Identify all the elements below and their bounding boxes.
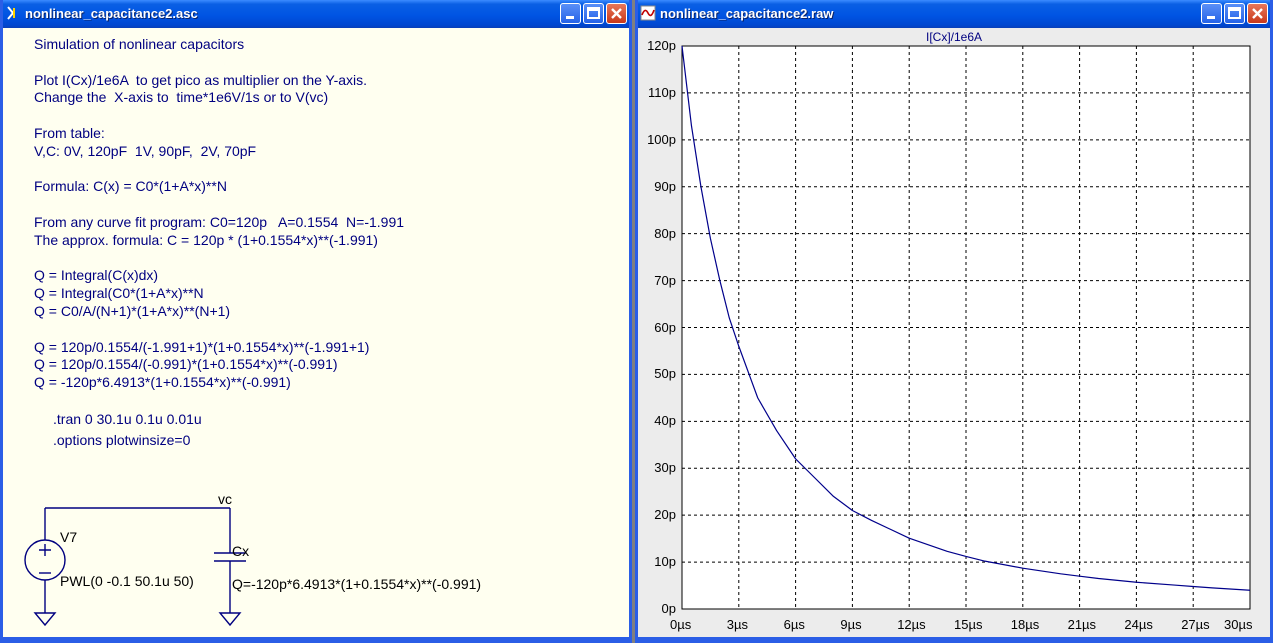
waveform-window-title: nonlinear_capacitance2.raw: [660, 6, 834, 21]
source-name-label[interactable]: V7: [60, 529, 77, 545]
waveform-titlebar[interactable]: nonlinear_capacitance2.raw: [638, 0, 1270, 28]
schematic-window: nonlinear_capacitance2.asc Simulation of…: [0, 0, 632, 643]
circuit-drawing: [24, 507, 246, 627]
waveform-pane[interactable]: I[Cx]/1e6A 0p 10p 20p 30p 40p 50p 60p 70p 80p 90p…: [638, 28, 1270, 637]
capacitor-value-label[interactable]: Q=-120p*6.4913*(1+0.1554*x)**(-0.991): [232, 576, 481, 592]
minimize-icon: [1207, 16, 1215, 19]
close-icon: [1252, 8, 1263, 19]
close-icon: [611, 8, 622, 19]
source-plus-sign: [39, 544, 51, 556]
schematic-window-title: nonlinear_capacitance2.asc: [25, 6, 198, 21]
close-button[interactable]: [606, 3, 627, 24]
ground-symbol-1: [33, 612, 57, 627]
maximize-icon: [587, 7, 600, 19]
minimize-button[interactable]: [560, 3, 581, 24]
waveform-viewer-icon: [640, 5, 656, 21]
ltspice-schematic-icon: [7, 6, 15, 20]
source-value-label[interactable]: PWL(0 -0.1 50.1u 50): [60, 573, 194, 589]
schematic-titlebar[interactable]: nonlinear_capacitance2.asc: [3, 0, 629, 28]
schematic-canvas[interactable]: Simulation of nonlinear capacitors Plot I…: [3, 28, 629, 637]
net-label-vc[interactable]: vc: [218, 491, 232, 507]
minimize-icon: [566, 16, 574, 19]
maximize-button[interactable]: [583, 3, 604, 24]
maximize-icon: [1228, 7, 1241, 19]
minimize-button[interactable]: [1201, 3, 1222, 24]
maximize-button[interactable]: [1224, 3, 1245, 24]
waveform-window: nonlinear_capacitance2.raw I[Cx]/1e6A 0p…: [635, 0, 1273, 643]
capacitor-name-label[interactable]: Cx: [232, 543, 249, 559]
plot-area[interactable]: [638, 28, 1270, 640]
ground-symbol-2: [218, 612, 242, 627]
close-button[interactable]: [1247, 3, 1268, 24]
